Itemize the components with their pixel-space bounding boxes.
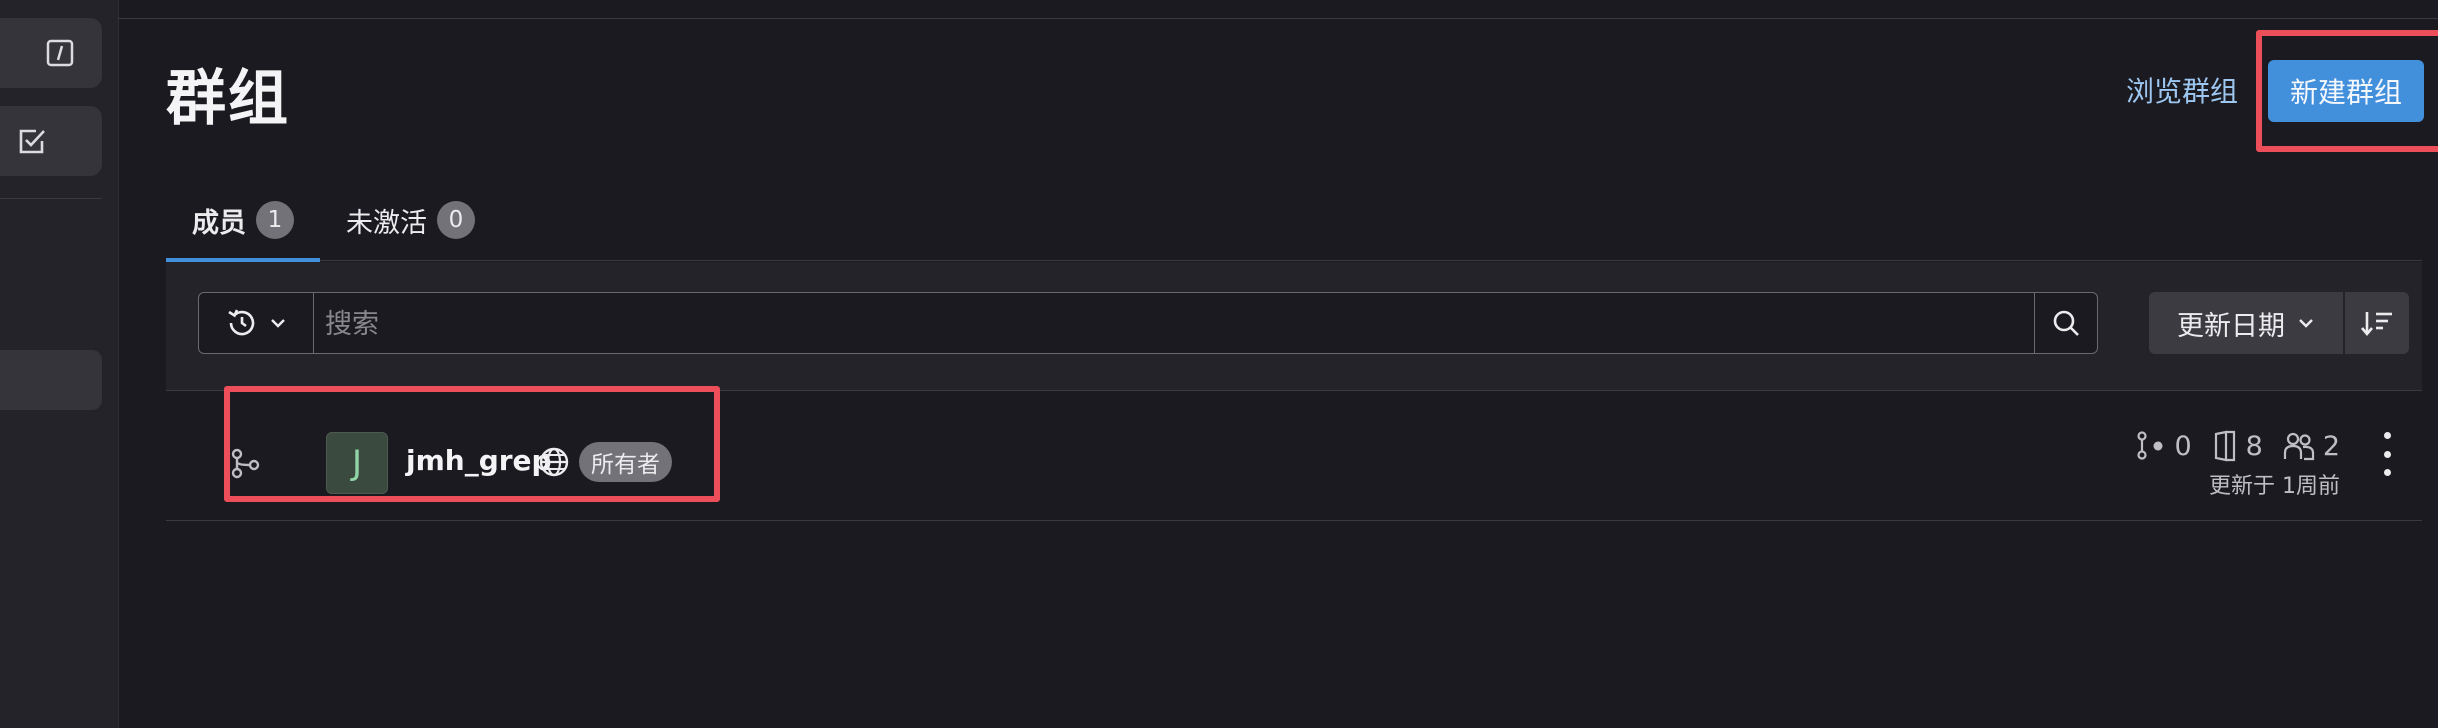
filter-bar: 更新日期 xyxy=(166,262,2422,391)
project-book-icon xyxy=(2214,430,2235,462)
group-tabs: 成员 1 未激活 0 xyxy=(166,180,2422,262)
sort-label: 更新日期 xyxy=(2177,310,2285,342)
sidebar-item-active[interactable] xyxy=(0,350,102,410)
todo-check-icon xyxy=(19,129,45,154)
tab-members-count: 1 xyxy=(256,201,294,239)
highlight-box-new-group xyxy=(2256,30,2438,152)
page-title: 群组 xyxy=(166,64,290,134)
sort-direction-button[interactable] xyxy=(2345,292,2409,354)
kebab-dot xyxy=(2383,469,2391,476)
members-stat: 2 xyxy=(2283,431,2340,462)
search-icon xyxy=(2053,310,2079,336)
tab-members[interactable]: 成员 1 xyxy=(166,180,320,262)
kebab-dot xyxy=(2383,450,2391,458)
members-count: 2 xyxy=(2322,430,2340,462)
subgroups-stat: 0 xyxy=(2136,430,2192,462)
sort-dropdown[interactable]: 更新日期 xyxy=(2149,292,2343,354)
search-input[interactable] xyxy=(323,293,1967,355)
subgroups-count: 0 xyxy=(2174,430,2192,462)
members-icon xyxy=(2283,432,2314,461)
kebab-dot xyxy=(2383,432,2391,439)
sort-descending-icon xyxy=(2361,312,2392,337)
top-divider xyxy=(118,18,2438,19)
tab-inactive[interactable]: 未激活 0 xyxy=(346,180,475,260)
search-history-button[interactable] xyxy=(199,293,314,353)
projects-stat: 8 xyxy=(2212,430,2263,462)
group-stats: 0 8 2 xyxy=(2136,430,2340,462)
tab-inactive-count: 0 xyxy=(437,201,475,239)
left-sidebar xyxy=(0,0,119,728)
more-actions-button[interactable] xyxy=(2374,432,2400,476)
chevron-down-icon xyxy=(271,319,285,328)
slash-shortcut-icon xyxy=(46,39,74,67)
history-icon xyxy=(228,309,255,336)
projects-count: 8 xyxy=(2245,430,2263,462)
sidebar-todo-button[interactable] xyxy=(0,106,102,176)
tab-members-label: 成员 xyxy=(192,207,246,239)
subgroup-icon xyxy=(2137,431,2163,460)
main-content: 群组 浏览群组 新建群组 成员 1 未激活 0 搜索 更新日期 J jmh_gr… xyxy=(118,0,2438,728)
browse-groups-link[interactable]: 浏览群组 xyxy=(2126,70,2238,110)
search-submit-button[interactable] xyxy=(2034,293,2097,353)
search-box xyxy=(198,292,2098,355)
tab-inactive-label: 未激活 xyxy=(346,207,427,239)
sidebar-divider xyxy=(0,198,102,199)
sidebar-search-button[interactable] xyxy=(0,18,102,88)
highlight-box-group xyxy=(224,386,720,502)
chevron-down-icon xyxy=(2299,319,2313,328)
updated-timestamp: 更新于 1周前 xyxy=(2209,474,2340,499)
